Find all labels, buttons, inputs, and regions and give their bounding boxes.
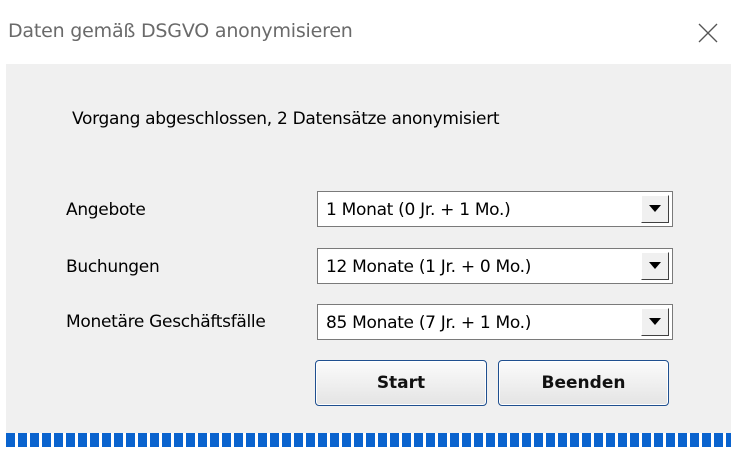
chevron-down-icon xyxy=(649,262,661,269)
label-angebote: Angebote xyxy=(66,200,146,220)
select-angebote[interactable]: 1 Monat (0 Jr. + 1 Mo.) xyxy=(317,191,673,227)
select-buchungen-value: 12 Monate (1 Jr. + 0 Mo.) xyxy=(326,257,532,277)
dialog-body: Vorgang abgeschlossen, 2 Datensätze anon… xyxy=(6,64,731,447)
dropdown-button[interactable] xyxy=(641,252,669,280)
select-monetaere-geschaeftsfaelle-value: 85 Monate (7 Jr. + 1 Mo.) xyxy=(326,313,532,333)
select-monetaere-geschaeftsfaelle[interactable]: 85 Monate (7 Jr. + 1 Mo.) xyxy=(317,304,673,340)
title-bar: Daten gemäß DSGVO anonymisieren xyxy=(0,0,737,64)
window-title: Daten gemäß DSGVO anonymisieren xyxy=(8,20,353,42)
select-buchungen[interactable]: 12 Monate (1 Jr. + 0 Mo.) xyxy=(317,248,673,284)
beenden-button[interactable]: Beenden xyxy=(498,360,669,406)
status-message: Vorgang abgeschlossen, 2 Datensätze anon… xyxy=(72,109,500,129)
chevron-down-icon xyxy=(649,318,661,325)
start-button[interactable]: Start xyxy=(315,360,487,406)
select-angebote-value: 1 Monat (0 Jr. + 1 Mo.) xyxy=(326,200,511,220)
label-monetaere-geschaeftsfaelle: Monetäre Geschäftsfälle xyxy=(66,312,266,332)
dropdown-button[interactable] xyxy=(641,308,669,336)
label-buchungen: Buchungen xyxy=(66,257,160,277)
chevron-down-icon xyxy=(649,205,661,212)
close-icon xyxy=(698,23,718,43)
progress-bar xyxy=(6,433,731,447)
window-close-button[interactable] xyxy=(689,14,727,52)
dropdown-button[interactable] xyxy=(641,195,669,223)
